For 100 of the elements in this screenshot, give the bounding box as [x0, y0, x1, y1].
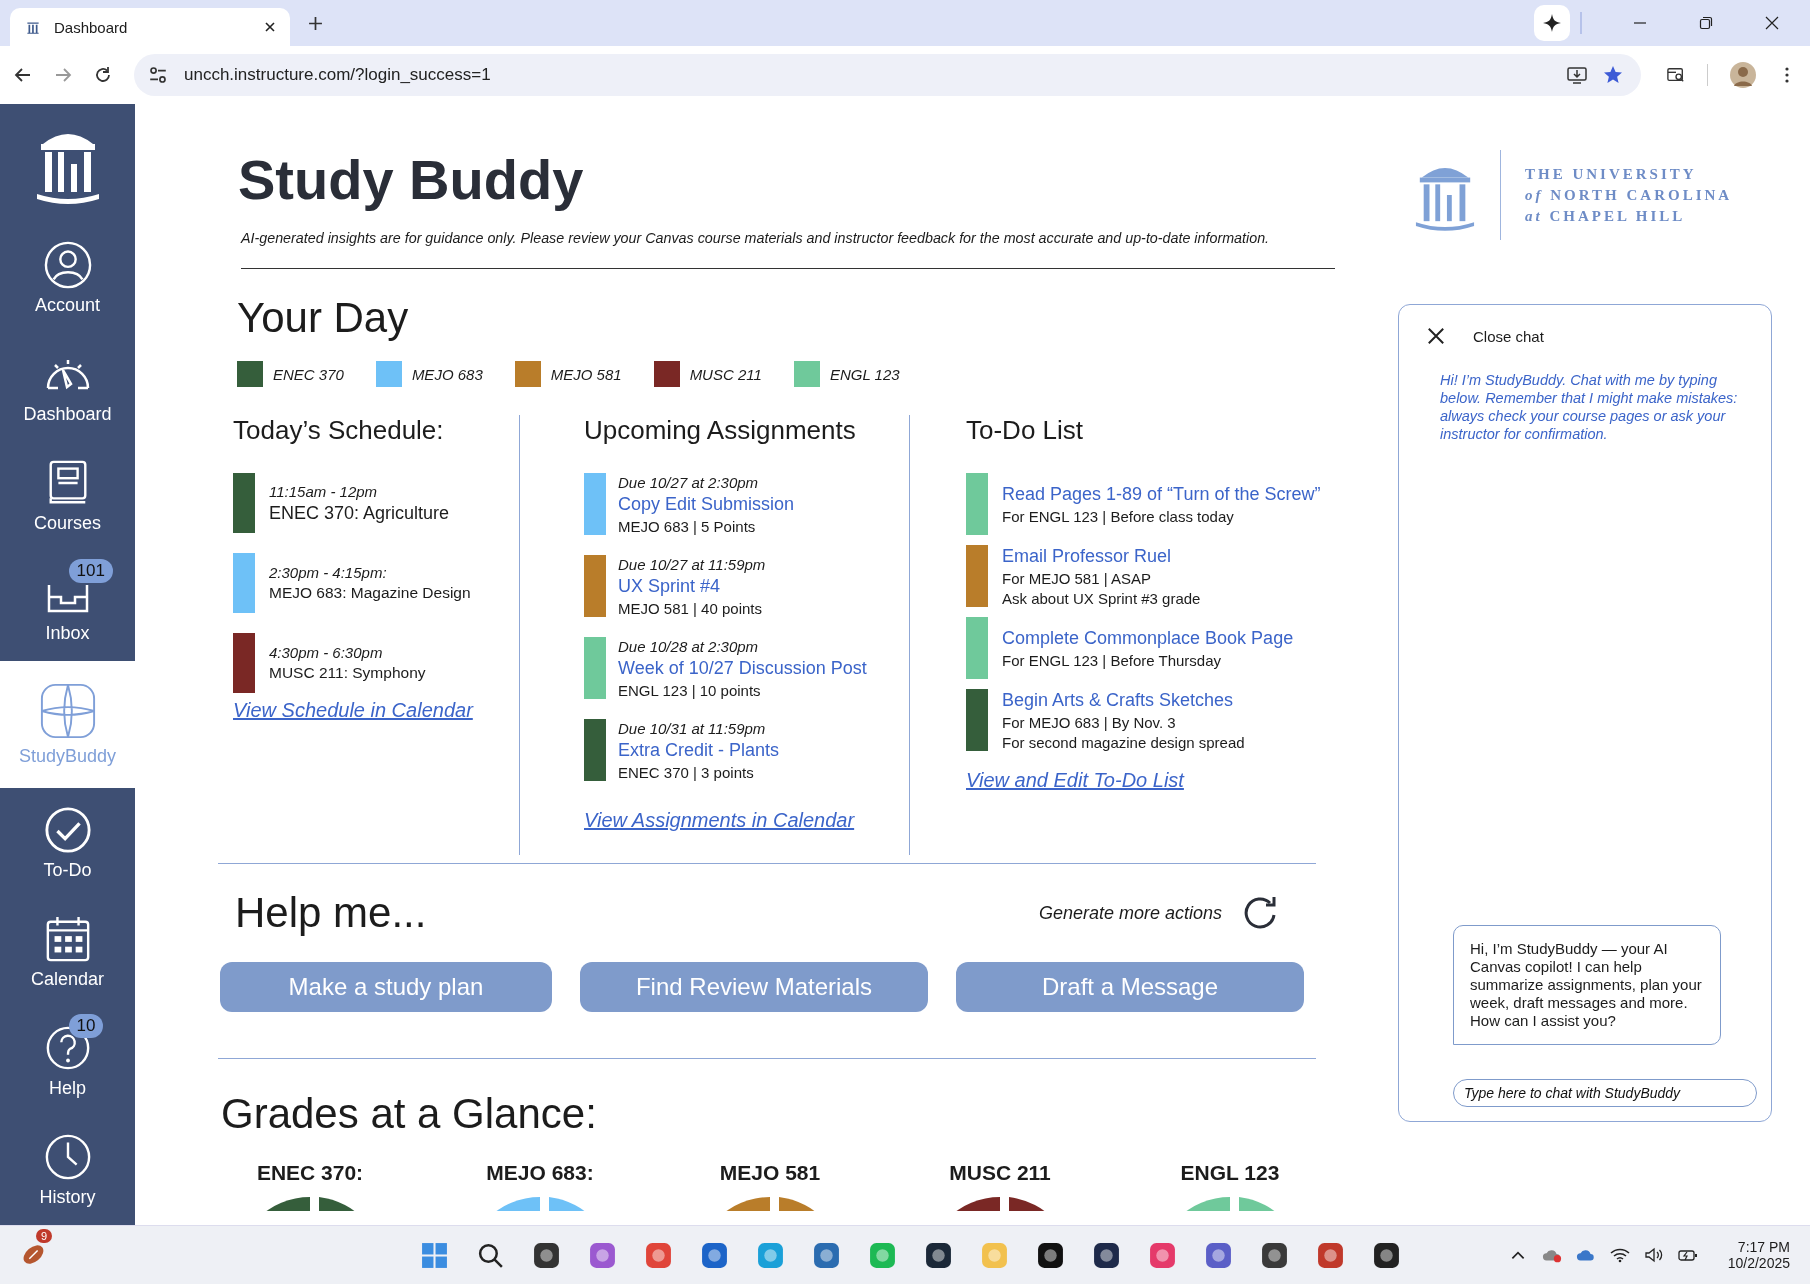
chat-intro: Hi! I’m StudyBuddy. Chat with me by typing below. Remember that I might make mistakes: always check your course pages or ask your instructor for confirmation.	[1440, 371, 1739, 443]
star-icon[interactable]	[1603, 65, 1623, 85]
todo-link[interactable]: Begin Arts & Crafts Sketches	[1002, 689, 1245, 711]
legend-label: ENGL 123	[829, 365, 900, 383]
close-icon[interactable]	[264, 21, 276, 33]
new-tab-icon[interactable]	[308, 15, 323, 31]
address-bar[interactable]: uncch.instructure.com/?login_success=1	[134, 54, 1641, 96]
tab-search-icon[interactable]	[1667, 66, 1685, 84]
section-heading: Grades at a Glance:	[221, 1089, 598, 1139]
restore-icon[interactable]	[1699, 16, 1713, 30]
app-icon[interactable]	[1372, 1240, 1401, 1270]
class-title: ENEC 370: Agriculture	[269, 502, 450, 524]
quatrefoil-icon	[38, 682, 97, 740]
profile-avatar[interactable]	[1730, 62, 1756, 88]
section-heading: Help me...	[235, 888, 427, 938]
column-heading: Today’s Schedule:	[233, 415, 445, 445]
time-text: 11:15am - 12pm	[269, 482, 379, 500]
todo-detail: For MEJO 683 | By Nov. 3	[1002, 713, 1177, 731]
url-text: uncch.instructure.com/?login_success=1	[184, 65, 491, 85]
time-text: 4:30pm - 6:30pm	[269, 644, 384, 661]
app-icon[interactable]	[532, 1240, 561, 1270]
app-icon[interactable]	[1260, 1240, 1289, 1270]
notification-badge: 9	[36, 1228, 53, 1243]
sidebar-item[interactable]: Calendar	[0, 897, 135, 1007]
sidebar-item[interactable]: History	[0, 1115, 135, 1226]
tab-title: Dashboard	[54, 18, 129, 36]
time-text: 2:30pm - 4:15pm:	[269, 564, 388, 581]
todo-detail: For ENGL 123 | Before Thursday	[1002, 651, 1222, 669]
calendar-link[interactable]: View Schedule in Calendar	[233, 699, 473, 722]
sidebar-item[interactable]: 101 Inbox	[0, 551, 135, 661]
assignment-link[interactable]: UX Sprint #4	[618, 575, 766, 597]
sparkle-button[interactable]	[1534, 5, 1570, 41]
check-circle-icon	[42, 805, 93, 854]
sidebar-item[interactable]: Account	[0, 223, 135, 334]
browser-tab[interactable]: Dashboard	[10, 8, 290, 46]
course-label: MEJO 581	[719, 1161, 821, 1185]
todo-link[interactable]: Email Professor Ruel	[1002, 545, 1201, 567]
install-icon[interactable]	[1567, 65, 1587, 85]
assignment-link[interactable]: Copy Edit Submission	[618, 493, 795, 515]
assignment-meta: ENEC 370 | 3 points	[618, 763, 755, 781]
course-label: ENEC 370:	[256, 1161, 364, 1185]
page-title: Study Buddy	[238, 147, 585, 213]
speaker-icon[interactable]	[1643, 1246, 1664, 1264]
assignment-meta: MEJO 683 | 5 Points	[618, 517, 757, 535]
sidebar-item[interactable]: 10 Help	[0, 1006, 135, 1116]
course-label: MEJO 683:	[486, 1161, 594, 1185]
back-icon[interactable]	[14, 66, 32, 84]
university-name: at CHAPEL HILL	[1525, 207, 1687, 225]
generate-actions-text: Generate more actions	[1038, 902, 1222, 924]
sidebar-item[interactable]: Courses	[0, 442, 135, 552]
todo-link[interactable]: Complete Commonplace Book Page	[1002, 627, 1294, 649]
course-label: MUSC 211	[949, 1161, 1051, 1185]
todo-detail: Ask about UX Sprint #3 grade	[1002, 589, 1201, 607]
due-date: Due 10/31 at 11:59pm	[618, 719, 767, 737]
due-date: Due 10/27 at 2:30pm	[618, 473, 760, 491]
windows-icon[interactable]	[420, 1240, 449, 1270]
person-icon	[42, 241, 93, 290]
clock-date: 10/2/2025	[1727, 1255, 1790, 1271]
reload-icon[interactable]	[94, 66, 112, 84]
due-date: Due 10/27 at 11:59pm	[618, 555, 766, 573]
university-name: of NORTH CAROLINA	[1525, 186, 1733, 204]
app-icon[interactable]	[1092, 1240, 1121, 1270]
sparkle-icon	[1542, 13, 1562, 33]
assignment-meta: ENGL 123 | 10 points	[618, 681, 762, 699]
close-icon[interactable]	[1427, 327, 1445, 345]
todo-link[interactable]: Read Pages 1-89 of “Turn of the Screw”	[1002, 483, 1321, 505]
close-chat-label[interactable]: Close chat	[1473, 327, 1544, 345]
section-heading: Your Day	[237, 295, 410, 341]
legend-label: MEJO 683	[411, 365, 483, 383]
column-heading: Upcoming Assignments	[584, 415, 857, 445]
todo-detail: For MEJO 581 | ASAP	[1002, 569, 1152, 587]
course-label: ENGL 123	[1180, 1161, 1280, 1185]
close-icon[interactable]	[1765, 16, 1779, 30]
class-title: MEJO 683: Magazine Design	[269, 584, 471, 602]
legend-label: ENEC 370	[273, 365, 344, 383]
due-date: Due 10/28 at 2:30pm	[618, 637, 760, 655]
wifi-icon[interactable]	[1609, 1246, 1630, 1264]
site-settings-icon[interactable]	[148, 65, 168, 85]
disclaimer-text: AI-generated insights are for guidance only. Please review your Canvas course materials and instructor feedback for the most accurate and up-to-date information.	[241, 230, 1271, 246]
sidebar-item[interactable]: To-Do	[0, 788, 135, 898]
clock-time: 7:17 PM	[1737, 1239, 1790, 1255]
university-name: THE UNIVERSITY	[1525, 165, 1698, 183]
assignment-link[interactable]: Extra Credit - Plants	[618, 739, 780, 761]
todo-list-link[interactable]: View and Edit To-Do List	[966, 769, 1184, 792]
chat-input[interactable]: Type here to chat with StudyBuddy	[1453, 1079, 1757, 1107]
assignment-meta: MEJO 581 | 40 points	[618, 599, 763, 617]
app-icon[interactable]	[1036, 1240, 1065, 1270]
count-badge: 101	[68, 558, 113, 583]
assignment-link[interactable]: Week of 10/27 Discussion Post	[618, 657, 867, 679]
legend-label: MUSC 211	[689, 365, 762, 383]
chat-bubble: Hi, I’m StudyBuddy — your AI Canvas copilot! I can help summarize assignments, plan your week, draft messages and more. How can I assist you?	[1453, 925, 1721, 1045]
todo-detail: For second magazine design spread	[1002, 733, 1245, 751]
app-icon[interactable]	[924, 1240, 953, 1270]
sidebar-item[interactable]: Dashboard	[0, 333, 135, 443]
class-title: MUSC 211: Symphony	[269, 664, 426, 682]
calendar-link[interactable]: View Assignments in Calendar	[584, 809, 855, 832]
forward-icon[interactable]	[54, 66, 72, 84]
column-heading: To-Do List	[966, 415, 1085, 445]
count-badge: 10	[68, 1013, 104, 1038]
legend-label: MEJO 581	[550, 365, 622, 383]
